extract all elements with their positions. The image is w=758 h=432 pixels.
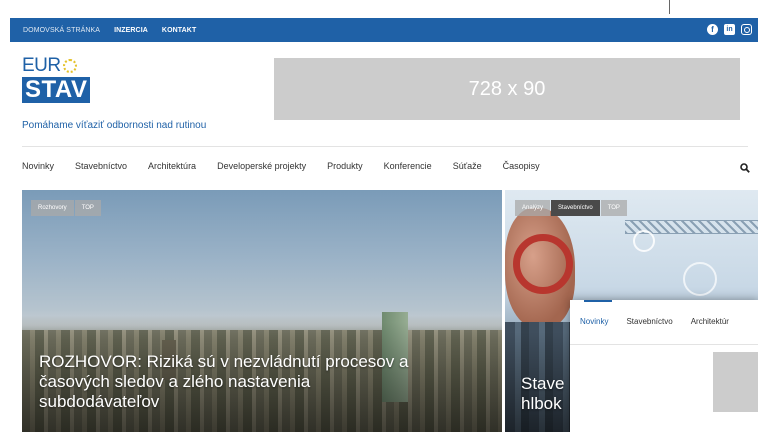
popup-nav: Novinky Stavebníctvo Architektúr	[580, 317, 747, 326]
nav-item-architektura[interactable]: Architektúra	[148, 161, 196, 171]
social-links: f in	[707, 24, 752, 35]
popup-ad-placeholder[interactable]	[713, 352, 758, 412]
logo-stav: STAV	[22, 77, 91, 103]
tag-top[interactable]: TOP	[600, 200, 627, 216]
popup-divider	[570, 344, 758, 345]
active-indicator	[584, 300, 612, 302]
scrollbar-edge	[669, 0, 670, 14]
header-divider	[22, 146, 748, 147]
site-tagline: Pomáhame víťaziť odbornosti nad rutinou	[22, 120, 207, 131]
headline-line: časových sledov a zlého nastavenia	[39, 372, 311, 391]
headline-line: subdodávateľov	[39, 392, 160, 411]
top-bar: DOMOVSKÁ STRÁNKA INZERCIA KONTAKT f in	[10, 18, 758, 42]
article-tags-secondary: Analýzy Stavebníctvo TOP	[515, 200, 628, 216]
search-icon[interactable]	[740, 163, 750, 173]
main-article-headline[interactable]: ROZHOVOR: Riziká sú v nezvládnutí proces…	[39, 352, 499, 412]
nav-item-produkty[interactable]: Produkty	[327, 161, 363, 171]
ad-banner[interactable]: 728 x 90	[274, 58, 740, 120]
article-tags-main: Rozhovory TOP	[31, 200, 102, 216]
top-nav: DOMOVSKÁ STRÁNKA INZERCIA KONTAKT	[10, 27, 210, 34]
popup-nav-stavebnictvo[interactable]: Stavebníctvo	[626, 317, 672, 326]
ad-banner-label: 728 x 90	[468, 77, 546, 100]
nav-item-developerske-projekty[interactable]: Developerské projekty	[217, 161, 306, 171]
headline-line: ROZHOVOR: Riziká sú v nezvládnutí proces…	[39, 352, 409, 371]
tag-analyzy[interactable]: Analýzy	[515, 200, 551, 216]
main-nav: Novinky Stavebníctvo Architektúra Develo…	[22, 161, 561, 171]
photo-ring	[683, 262, 717, 296]
popup-nav-architektura[interactable]: Architektúr	[691, 317, 729, 326]
instagram-icon[interactable]	[741, 24, 752, 35]
linkedin-icon[interactable]: in	[724, 24, 735, 35]
top-link-contact[interactable]: KONTAKT	[162, 27, 196, 34]
logo-euro: EUR	[22, 56, 88, 76]
top-strip	[0, 0, 758, 18]
photo-ring	[633, 230, 655, 252]
eu-stars-icon	[62, 59, 77, 73]
nav-item-stavebnictvo[interactable]: Stavebníctvo	[75, 161, 127, 171]
popup-nav-novinky[interactable]: Novinky	[580, 317, 608, 326]
nav-item-sutaze[interactable]: Súťaže	[453, 161, 482, 171]
tag-top[interactable]: TOP	[74, 200, 101, 216]
photo-gear	[513, 234, 573, 294]
sticky-nav-popup: Novinky Stavebníctvo Architektúr	[570, 300, 758, 432]
top-link-advertising[interactable]: INZERCIA	[114, 27, 148, 34]
nav-item-konferencie[interactable]: Konferencie	[384, 161, 432, 171]
site-logo[interactable]: EUR STAV	[22, 56, 91, 118]
nav-item-novinky[interactable]: Novinky	[22, 161, 54, 171]
top-link-home[interactable]: DOMOVSKÁ STRÁNKA	[23, 27, 100, 34]
tag-rozhovory[interactable]: Rozhovory	[31, 200, 74, 216]
facebook-icon[interactable]: f	[707, 24, 718, 35]
tag-stavebnictvo[interactable]: Stavebníctvo	[551, 200, 600, 216]
nav-item-casopisy[interactable]: Časopisy	[503, 161, 540, 171]
